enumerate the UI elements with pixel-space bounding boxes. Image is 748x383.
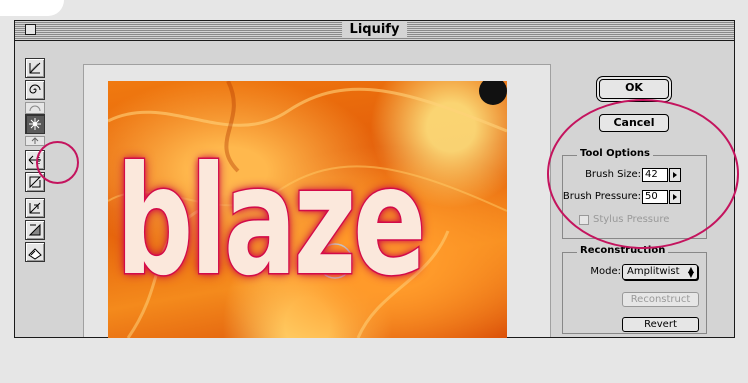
close-box[interactable] bbox=[25, 24, 36, 35]
thaw-tool-icon[interactable] bbox=[25, 242, 45, 262]
preview-image[interactable]: blaze bbox=[108, 81, 507, 338]
ok-button[interactable]: OK bbox=[599, 79, 669, 99]
twirl-counterclockwise-tool-icon[interactable] bbox=[25, 102, 45, 114]
reconstruct-tool-icon[interactable] bbox=[25, 198, 45, 218]
corner-notch bbox=[0, 0, 64, 16]
mode-label: Mode: bbox=[590, 266, 621, 277]
window-title: Liquify bbox=[341, 22, 408, 38]
mode-select[interactable]: Amplitwist ▲ ▼ bbox=[622, 264, 698, 280]
blaze-text: blaze bbox=[115, 135, 428, 309]
bloat-tool-icon[interactable] bbox=[25, 136, 45, 146]
reconstruct-button[interactable]: Reconstruct bbox=[622, 292, 699, 307]
twirl-clockwise-tool-icon[interactable] bbox=[25, 80, 45, 100]
annotation-circle-tool bbox=[36, 141, 79, 184]
warp-tool-icon[interactable] bbox=[25, 58, 45, 78]
annotation-circle-options bbox=[547, 99, 739, 249]
mode-select-value: Amplitwist bbox=[627, 266, 680, 277]
select-arrows-icon: ▲ ▼ bbox=[687, 265, 694, 279]
revert-button[interactable]: Revert bbox=[622, 317, 699, 332]
pucker-tool-icon[interactable] bbox=[25, 114, 45, 134]
freeze-tool-icon[interactable] bbox=[25, 220, 45, 240]
title-bar[interactable]: Liquify bbox=[15, 21, 734, 41]
